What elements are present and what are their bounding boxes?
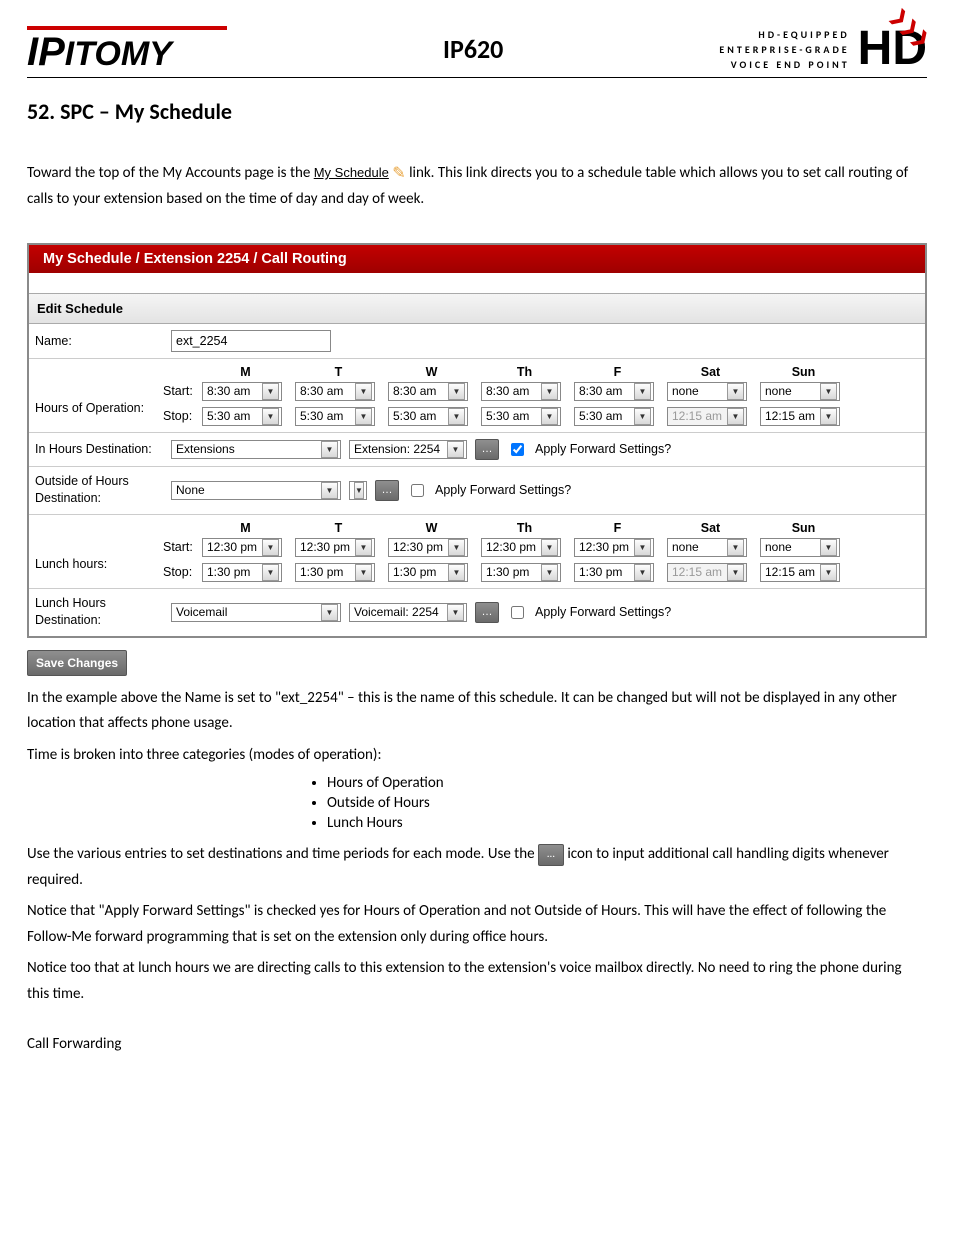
hours-start-select[interactable]: 8:30 am▼ [481,382,561,401]
lunch-start-select[interactable]: none▼ [760,538,840,557]
hours-stop-select[interactable]: 5:30 am▼ [388,407,468,426]
chevron-down-icon: ▼ [262,383,279,400]
lunch-stop-select[interactable]: 12:15 am▼ [667,563,747,582]
apply-fwd-checkbox[interactable] [411,484,424,497]
schedule-panel: My Schedule / Extension 2254 / Call Rout… [27,243,927,638]
panel-title: My Schedule / Extension 2254 / Call Rout… [29,245,925,273]
section-heading: 52. SPC – My Schedule [27,98,927,125]
lunch-dest-row: Lunch Hours Destination: Voicemail▼ Voic… [29,589,925,636]
body-p7: Call Forwarding [27,1032,927,1058]
hours-start-select[interactable]: none▼ [667,382,747,401]
lunch-start-select[interactable]: 12:30 pm▼ [295,538,375,557]
lunch-vm-select[interactable]: Voicemail: 2254▼ [349,603,467,622]
hours-start-select[interactable]: none▼ [760,382,840,401]
lunch-start-select[interactable]: none▼ [667,538,747,557]
lunch-stop-select[interactable]: 12:15 am▼ [760,563,840,582]
apply-fwd-checkbox[interactable] [511,443,524,456]
my-schedule-link[interactable]: My Schedule [314,165,389,180]
stop-label: Stop: [163,565,197,579]
hours-start-select[interactable]: 8:30 am▼ [388,382,468,401]
in-hours-dest-label: In Hours Destination: [35,442,163,456]
apply-fwd-label: Apply Forward Settings? [435,483,571,497]
list-item: Outside of Hours [327,794,927,812]
in-hours-ext-select[interactable]: Extension: 2254▼ [349,440,467,459]
hours-stop-select[interactable]: 5:30 am▼ [202,407,282,426]
lunch-dest-label: Lunch Hours Destination: [35,595,163,630]
days-header: MTWThFSatSun [29,515,925,535]
hours-stop-select[interactable]: 5:30 am▼ [481,407,561,426]
body-p4: Use the various entries to set destinati… [27,842,927,893]
page-header: IPITOMY IP620 HD-EQUIPPED ENTERPRISE-GRA… [27,25,927,78]
out-hours-dest-row: Outside of Hours Destination: None▼ ▼ … … [29,467,925,515]
brand-logo: IPITOMY [27,26,227,72]
lunch-start-select[interactable]: 12:30 pm▼ [388,538,468,557]
pencil-icon: ✎ [392,164,405,183]
lunch-stop-select[interactable]: 1:30 pm▼ [574,563,654,582]
lunch-stop-select[interactable]: 1:30 pm▼ [295,563,375,582]
name-label: Name: [35,334,163,348]
start-label: Start: [163,540,197,554]
apply-fwd-label: Apply Forward Settings? [535,605,671,619]
name-row: Name: [29,324,925,359]
hours-stop-select[interactable]: 5:30 am▼ [295,407,375,426]
hours-stop-select[interactable]: 12:15 am▼ [667,407,747,426]
lunch-start-select[interactable]: 12:30 pm▼ [202,538,282,557]
more-button[interactable]: … [475,602,499,623]
body-p6: Notice too that at lunch hours we are di… [27,956,927,1007]
start-label: Start: [163,384,197,398]
more-button[interactable]: … [475,439,499,460]
edit-schedule-header: Edit Schedule [29,293,925,324]
lunch-stop-select[interactable]: 1:30 pm▼ [481,563,561,582]
days-header: MTWThFSatSun [29,359,925,379]
body-p5: Notice that "Apply Forward Settings" is … [27,899,927,950]
schedule-name-input[interactable] [171,330,331,352]
stop-label: Stop: [163,409,197,423]
in-hours-dest-row: In Hours Destination: Extensions▼ Extens… [29,433,925,467]
model-number: IP620 [443,33,503,65]
hd-logo: HD ❯❯❯ [858,25,927,73]
list-item: Hours of Operation [327,774,927,792]
lunch-start-select[interactable]: 12:30 pm▼ [574,538,654,557]
in-hours-dest-select[interactable]: Extensions▼ [171,440,341,459]
out-hours-dest-label: Outside of Hours Destination: [35,473,163,508]
hours-stop-select[interactable]: 5:30 am▼ [574,407,654,426]
lunch-start-select[interactable]: 12:30 pm▼ [481,538,561,557]
list-item: Lunch Hours [327,814,927,832]
product-tagline: HD-EQUIPPED ENTERPRISE-GRADE VOICE END P… [719,27,849,72]
lunch-dest-select[interactable]: Voicemail▼ [171,603,341,622]
apply-fwd-label: Apply Forward Settings? [535,442,671,456]
body-p2: In the example above the Name is set to … [27,686,927,737]
more-icon: … [538,844,564,866]
body-p3: Time is broken into three categories (mo… [27,743,927,769]
hours-stop-select[interactable]: 12:15 am▼ [760,407,840,426]
hours-start-select[interactable]: 8:30 am▼ [202,382,282,401]
lunch-stop-select[interactable]: 1:30 pm▼ [202,563,282,582]
hours-start-select[interactable]: 8:30 am▼ [574,382,654,401]
hours-start-select[interactable]: 8:30 am▼ [295,382,375,401]
more-button[interactable]: … [375,480,399,501]
lunch-stop-select[interactable]: 1:30 pm▼ [388,563,468,582]
save-changes-button[interactable]: Save Changes [27,650,127,676]
out-hours-dest-select[interactable]: None▼ [171,481,341,500]
modes-list: Hours of Operation Outside of Hours Lunc… [327,774,927,832]
intro-paragraph: Toward the top of the My Accounts page i… [27,160,927,213]
hours-of-operation-label: Hours of Operation: [29,379,163,432]
apply-fwd-checkbox[interactable] [511,606,524,619]
lunch-hours-label: Lunch hours: [29,535,163,588]
out-hours-sub-select[interactable]: ▼ [349,481,367,500]
